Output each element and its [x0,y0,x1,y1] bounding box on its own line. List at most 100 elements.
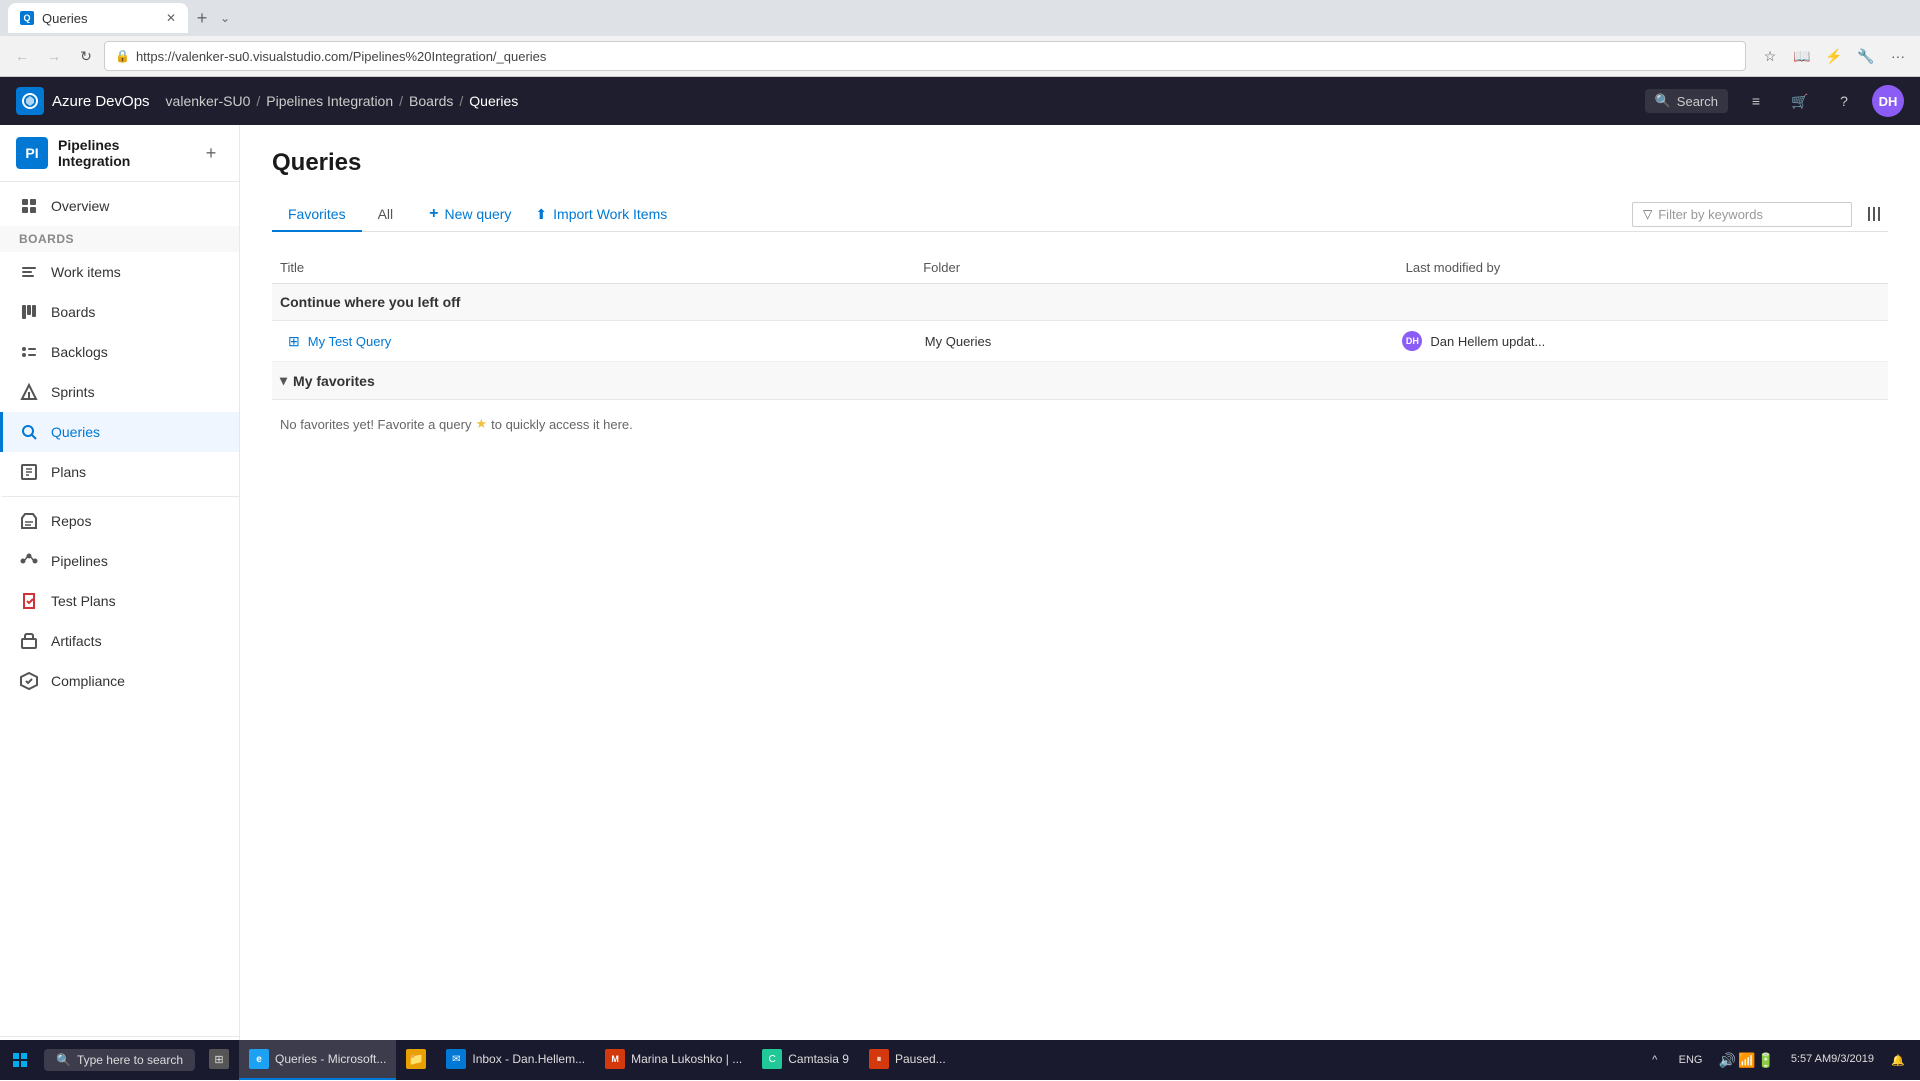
breadcrumb-org[interactable]: valenker-SU0 [166,93,251,109]
paused-button[interactable]: ⏸ Paused... [859,1040,956,1080]
tab-favorites[interactable]: Favorites [272,198,362,232]
project-icon: PI [16,137,48,169]
taskbar-search-placeholder: Type here to search [77,1053,183,1067]
query-row-modified: DH Dan Hellem updat... [1402,331,1880,351]
sidebar-item-pipelines[interactable]: Pipelines [0,541,239,581]
no-favorites-suffix: to quickly access it here. [491,417,633,432]
page-title: Queries [272,149,1888,177]
tab-favicon: Q [20,11,34,25]
sidebar-item-label-backlogs: Backlogs [51,344,108,360]
sidebar-item-backlogs[interactable]: Backlogs [0,332,239,372]
sidebar-item-repos[interactable]: Repos [0,496,239,541]
filter-icon: ▽ [1643,207,1652,221]
project-name: Pipelines Integration [58,137,189,169]
readonly-view-button[interactable]: 📖 [1788,42,1816,70]
inbox-button[interactable]: ✉ Inbox - Dan.Hellem... [436,1040,595,1080]
modified-by-text: Dan Hellem updat... [1430,334,1545,349]
table-row[interactable]: ⊞ My Test Query My Queries DH Dan Hellem… [272,321,1888,362]
taskbar-language: ENG [1673,1054,1709,1066]
sidebar-item-queries[interactable]: Queries [0,412,239,452]
taskbar-clock[interactable]: 5:57 AM 9/3/2019 [1785,1052,1880,1067]
hub-button[interactable]: ⚡ [1820,42,1848,70]
work-items-icon [19,262,39,282]
sprints-icon [19,382,39,402]
notification-center-button[interactable]: 🔔 [1884,1046,1912,1074]
search-icon: 🔍 [1655,93,1671,109]
sidebar-item-boards[interactable]: Boards [0,292,239,332]
top-bar: Azure DevOps valenker-SU0 / Pipelines In… [0,77,1920,125]
main-body: PI Pipelines Integration + Overview Boar… [0,125,1920,1081]
filter-area: ▽ Filter by keywords [1632,200,1888,228]
more-button[interactable]: ··· [1884,42,1912,70]
sidebar: PI Pipelines Integration + Overview Boar… [0,125,240,1081]
modified-user-avatar: DH [1402,331,1422,351]
tab-all[interactable]: All [362,198,410,232]
taskbar-search[interactable]: 🔍 Type here to search [44,1049,195,1071]
query-title-text[interactable]: My Test Query [308,334,392,349]
add-project-button[interactable]: + [199,141,223,165]
sidebar-item-compliance[interactable]: Compliance [0,661,239,701]
basket-button[interactable]: 🛒 [1784,85,1816,117]
sidebar-project-header: PI Pipelines Integration + [0,125,239,182]
plans-icon [19,462,39,482]
marina-button[interactable]: M Marina Lukoshko | ... [595,1040,752,1080]
artifacts-icon [19,631,39,651]
chevron-down-icon [280,372,287,389]
back-button[interactable]: ← [8,42,36,70]
sidebar-item-artifacts[interactable]: Artifacts [0,621,239,661]
camtasia-label: Camtasia 9 [788,1052,849,1066]
user-avatar[interactable]: DH [1872,85,1904,117]
camtasia-icon: C [762,1049,782,1069]
new-tab-button[interactable]: + [188,4,216,32]
start-button[interactable] [0,1040,40,1080]
tab-close-button[interactable]: ✕ [166,11,176,25]
windows-logo-icon [12,1052,28,1068]
edit-columns-button[interactable] [1860,200,1888,228]
browser-tab[interactable]: Q Queries ✕ [8,3,188,33]
boards-icon [19,302,39,322]
query-row-title: ⊞ My Test Query [280,333,925,350]
logo-icon [16,87,44,115]
sidebar-item-label-plans: Plans [51,464,86,480]
my-favorites-section-header[interactable]: My favorites [272,362,1888,400]
task-view-button[interactable]: ⊞ [199,1040,239,1080]
no-favorites-text: No favorites yet! Favorite a query [280,417,471,432]
app-logo[interactable]: Azure DevOps [16,87,150,115]
extensions-button[interactable]: 🔧 [1852,42,1880,70]
address-bar[interactable]: 🔒 https://valenker-su0.visualstudio.com/… [104,41,1746,71]
sidebar-item-label-artifacts: Artifacts [51,633,102,649]
search-bar[interactable]: 🔍 Search [1645,89,1728,113]
sidebar-item-sprints[interactable]: Sprints [0,372,239,412]
notification-button[interactable]: ≡ [1740,85,1772,117]
sidebar-item-work-items[interactable]: Work items [0,252,239,292]
queries-ms-button[interactable]: e Queries - Microsoft... [239,1040,396,1080]
breadcrumb: valenker-SU0 / Pipelines Integration / B… [166,93,1645,109]
sidebar-item-label-overview: Overview [51,198,109,214]
browser-chrome: Q Queries ✕ + ⌄ ← → ↻ 🔒 https://valenker… [0,0,1920,77]
camtasia-button[interactable]: C Camtasia 9 [752,1040,859,1080]
forward-button[interactable]: → [40,42,68,70]
help-button[interactable]: ? [1828,85,1860,117]
filter-input[interactable]: ▽ Filter by keywords [1632,202,1852,227]
search-placeholder: Search [1677,94,1718,109]
sidebar-item-test-plans[interactable]: Test Plans [0,581,239,621]
file-explorer-button[interactable]: 📁 [396,1040,436,1080]
my-favorites-collapsible[interactable]: My favorites [280,372,1880,389]
import-icon: ⬆ [535,206,547,223]
breadcrumb-project[interactable]: Pipelines Integration [266,93,393,109]
star-button[interactable]: ☆ [1756,42,1784,70]
refresh-button[interactable]: ↻ [72,42,100,70]
breadcrumb-boards[interactable]: Boards [409,93,453,109]
task-view-icon: ⊞ [209,1049,229,1069]
show-hidden-icons-button[interactable]: ^ [1641,1046,1669,1074]
sidebar-item-overview[interactable]: Overview [0,186,239,226]
breadcrumb-queries[interactable]: Queries [469,93,518,109]
paused-icon: ⏸ [869,1049,889,1069]
sidebar-item-boards-group[interactable]: Boards [0,226,239,252]
test-plans-icon [19,591,39,611]
sidebar-item-plans[interactable]: Plans [0,452,239,492]
azure-devops-logo-svg [21,92,39,110]
new-query-button[interactable]: + New query [425,197,515,231]
import-work-items-button[interactable]: ⬆ Import Work Items [531,198,671,231]
paused-label: Paused... [895,1052,946,1066]
